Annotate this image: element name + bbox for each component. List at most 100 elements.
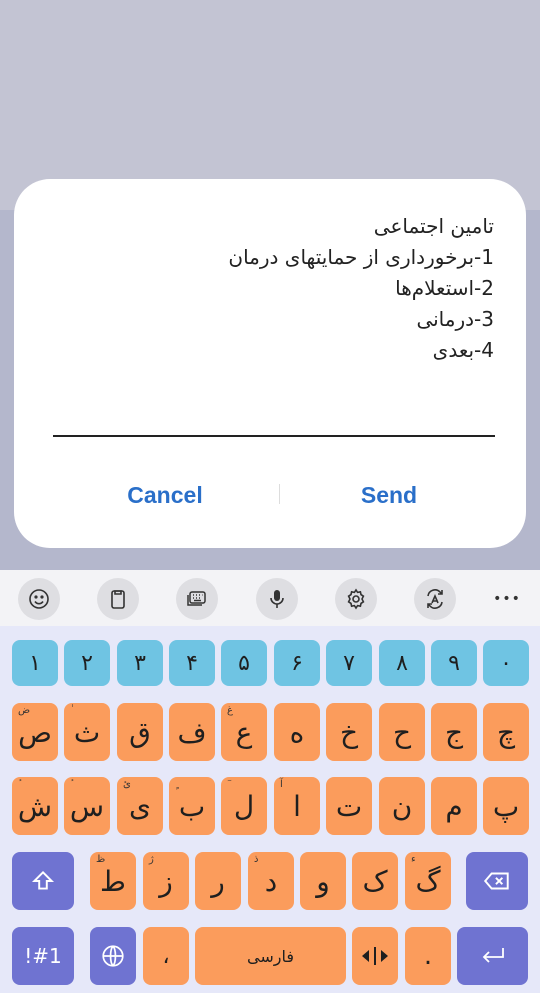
key-4[interactable]: ۴: [169, 640, 215, 686]
cursor-key[interactable]: [352, 927, 398, 985]
translate-icon[interactable]: [414, 578, 456, 620]
key-letter[interactable]: ر: [195, 852, 241, 910]
key-7[interactable]: ۷: [326, 640, 372, 686]
message-line: 1-برخورداری از حمایتهای درمان: [228, 245, 494, 269]
key-letter[interactable]: ف: [169, 703, 215, 761]
key-letter[interactable]: ضص: [12, 703, 58, 761]
key-label: ح: [392, 715, 412, 749]
key-label: ت: [335, 789, 363, 823]
key-letter[interactable]: ٰث: [64, 703, 110, 761]
key-5[interactable]: ۵: [221, 640, 267, 686]
clipboard-icon[interactable]: [97, 578, 139, 620]
key-label: چ: [496, 715, 516, 749]
key-label: د: [264, 864, 278, 898]
key-8[interactable]: ۸: [379, 640, 425, 686]
key-hint: ذ: [254, 854, 259, 865]
backspace-key[interactable]: [466, 852, 528, 910]
cancel-button[interactable]: Cancel: [110, 479, 220, 511]
key-label: ب: [178, 789, 206, 823]
key-label: ز: [159, 864, 173, 898]
backspace-icon: [483, 872, 509, 890]
key-letter[interactable]: غع: [221, 703, 267, 761]
key-label: ش: [17, 789, 53, 823]
message-line: 2-استعلام‌ها: [395, 276, 494, 300]
key-1[interactable]: ۱: [12, 640, 58, 686]
key-label: ی: [129, 789, 151, 823]
key-9[interactable]: ۹: [431, 640, 477, 686]
key-letter[interactable]: م: [431, 777, 477, 835]
key-hint: ژ: [149, 854, 154, 865]
key-letter[interactable]: ٔش: [12, 777, 58, 835]
enter-key[interactable]: [457, 927, 528, 985]
key-letter[interactable]: ح: [379, 703, 425, 761]
key-label: پ: [492, 789, 520, 823]
key-label: گ: [415, 864, 441, 898]
more-icon[interactable]: •••: [486, 578, 528, 620]
persian-keyboard: ۱ ۲ ۳ ۴ ۵ ۶ ۷ ۸ ۹ ۰ ضص ٰث ق ف غع ه خ ح ج…: [0, 626, 540, 993]
key-3[interactable]: ۳: [117, 640, 163, 686]
shift-icon: [31, 870, 55, 890]
key-hint: ظ: [96, 854, 106, 865]
key-label: ج: [444, 715, 464, 749]
key-letter[interactable]: ت: [326, 777, 372, 835]
key-2[interactable]: ۲: [64, 640, 110, 686]
dialog-message: تامین اجتماعی 1-برخورداری از حمایتهای در…: [54, 211, 494, 366]
symbols-key[interactable]: !#1: [12, 927, 74, 985]
period-key[interactable]: .: [405, 927, 451, 985]
keyboard-mode-icon[interactable]: [176, 578, 218, 620]
comma-key[interactable]: ،: [143, 927, 189, 985]
key-letter[interactable]: ظط: [90, 852, 136, 910]
key-label: ر: [211, 864, 225, 898]
key-letter[interactable]: ٍب: [169, 777, 215, 835]
language-key[interactable]: [90, 927, 136, 985]
key-letter[interactable]: ئی: [117, 777, 163, 835]
message-line: تامین اجتماعی: [373, 214, 494, 238]
key-label: و: [316, 864, 330, 898]
key-hint: آ: [280, 779, 283, 790]
key-hint: ء: [411, 854, 416, 865]
globe-icon: [102, 945, 124, 967]
key-letter[interactable]: ه: [274, 703, 320, 761]
key-6[interactable]: ۶: [274, 640, 320, 686]
key-label: ک: [362, 864, 388, 898]
key-letter[interactable]: ن: [379, 777, 425, 835]
key-letter[interactable]: ق: [117, 703, 163, 761]
key-label: ث: [73, 715, 101, 749]
key-hint: ض: [18, 705, 31, 716]
key-label: س: [69, 789, 105, 823]
reply-input[interactable]: [53, 435, 495, 437]
button-divider: [279, 484, 280, 504]
emoji-icon[interactable]: [18, 578, 60, 620]
shift-key[interactable]: [12, 852, 74, 910]
key-label: ل: [233, 789, 255, 823]
key-label: م: [445, 789, 463, 823]
key-label: ط: [100, 864, 126, 898]
key-label: ا: [293, 789, 301, 823]
send-button[interactable]: Send: [349, 479, 429, 511]
key-letter[interactable]: خ: [326, 703, 372, 761]
key-letter[interactable]: ٔس: [64, 777, 110, 835]
key-letter[interactable]: پ: [483, 777, 529, 835]
keyboard-toolbar: •••: [0, 570, 540, 626]
microphone-icon[interactable]: [256, 578, 298, 620]
key-letter[interactable]: و: [300, 852, 346, 910]
key-label: ف: [177, 715, 207, 749]
key-letter[interactable]: ٓل: [221, 777, 267, 835]
key-label: ص: [18, 715, 52, 749]
enter-icon: [482, 948, 504, 963]
key-letter[interactable]: ک: [352, 852, 398, 910]
message-line: 4-بعدی: [432, 338, 494, 362]
key-hint: غ: [227, 705, 233, 716]
message-line: 3-درمانی: [416, 307, 494, 331]
space-key[interactable]: فارسی: [195, 927, 346, 985]
key-letter[interactable]: ج: [431, 703, 477, 761]
key-label: ن: [391, 789, 413, 823]
key-letter[interactable]: آا: [274, 777, 320, 835]
key-0[interactable]: ۰: [483, 640, 529, 686]
key-letter[interactable]: ءگ: [405, 852, 451, 910]
settings-icon[interactable]: [335, 578, 377, 620]
ussd-dialog: تامین اجتماعی 1-برخورداری از حمایتهای در…: [14, 179, 526, 548]
key-letter[interactable]: ژز: [143, 852, 189, 910]
key-letter[interactable]: ذد: [248, 852, 294, 910]
key-letter[interactable]: چ: [483, 703, 529, 761]
